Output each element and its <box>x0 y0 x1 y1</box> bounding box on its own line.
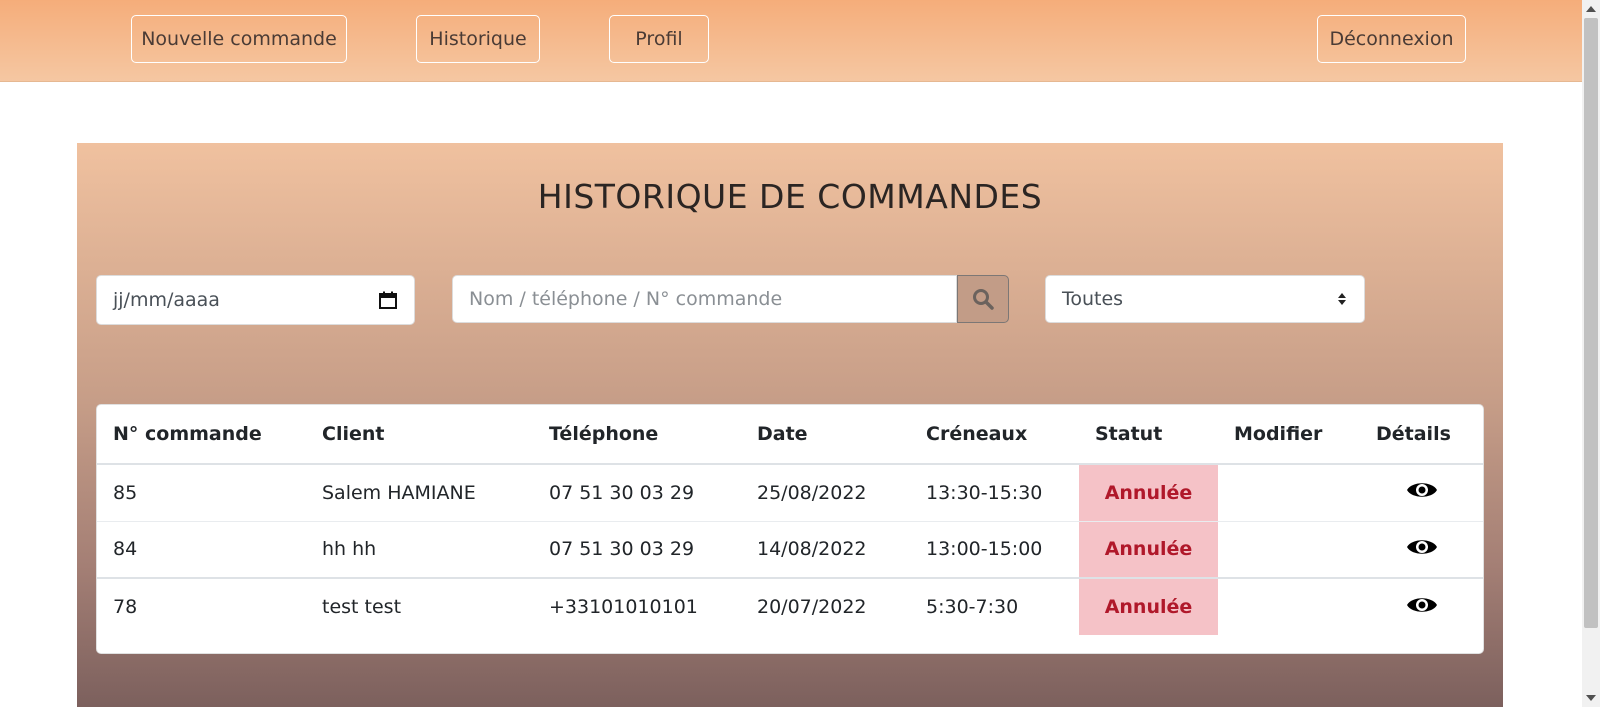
modify-cell <box>1218 520 1360 578</box>
status-badge: Annulée <box>1079 463 1218 521</box>
page-title: HISTORIQUE DE COMMANDES <box>537 177 1043 216</box>
scroll-down-icon[interactable] <box>1586 695 1596 701</box>
col-slot: Créneaux <box>910 405 1079 465</box>
time-slot: 13:00-15:00 <box>910 520 1079 578</box>
scroll-up-icon[interactable] <box>1586 6 1596 12</box>
logout-button[interactable]: Déconnexion <box>1317 15 1466 63</box>
search-icon <box>973 289 994 310</box>
col-details: Détails <box>1360 405 1483 465</box>
history-button[interactable]: Historique <box>416 15 540 63</box>
col-date: Date <box>741 405 910 465</box>
table-row: 84 hh hh 07 51 30 03 29 14/08/2022 13:00… <box>97 520 1483 578</box>
col-order-number: N° commande <box>97 405 306 465</box>
orders-table: N° commande Client Téléphone Date Crénea… <box>97 405 1483 635</box>
order-date: 14/08/2022 <box>741 520 910 578</box>
calendar-icon[interactable] <box>378 290 398 310</box>
client-name: test test <box>306 577 533 635</box>
details-cell <box>1360 577 1483 635</box>
eye-icon[interactable] <box>1406 478 1438 502</box>
search-group: Nom / téléphone / N° commande <box>452 275 1009 323</box>
table-row: 78 test test +33101010101 20/07/2022 5:3… <box>97 577 1483 635</box>
sort-arrows-icon <box>1338 293 1346 305</box>
col-phone: Téléphone <box>533 405 741 465</box>
new-order-button[interactable]: Nouvelle commande <box>131 15 347 63</box>
eye-icon[interactable] <box>1406 535 1438 559</box>
eye-icon[interactable] <box>1406 593 1438 617</box>
scrollbar-thumb[interactable] <box>1584 18 1598 628</box>
time-slot: 13:30-15:30 <box>910 463 1079 521</box>
history-panel: HISTORIQUE DE COMMANDES jj/mm/aaaa Nom /… <box>77 143 1503 707</box>
status-filter-value: Toutes <box>1062 288 1124 310</box>
phone-number: +33101010101 <box>533 577 741 635</box>
page-scrollbar[interactable] <box>1582 0 1600 707</box>
time-slot: 5:30-7:30 <box>910 577 1079 635</box>
profile-button[interactable]: Profil <box>609 15 709 63</box>
details-cell <box>1360 520 1483 578</box>
status-badge: Annulée <box>1079 577 1218 635</box>
details-cell <box>1360 463 1483 521</box>
phone-number: 07 51 30 03 29 <box>533 463 741 521</box>
date-filter-input[interactable]: jj/mm/aaaa <box>96 275 415 325</box>
modify-cell <box>1218 463 1360 521</box>
top-navbar: Nouvelle commande Historique Profil Déco… <box>0 0 1582 82</box>
client-name: hh hh <box>306 520 533 578</box>
phone-number: 07 51 30 03 29 <box>533 520 741 578</box>
orders-table-card: N° commande Client Téléphone Date Crénea… <box>96 404 1484 654</box>
search-input[interactable]: Nom / téléphone / N° commande <box>452 275 957 323</box>
order-number: 78 <box>97 577 306 635</box>
client-name: Salem HAMIANE <box>306 463 533 521</box>
table-header-row: N° commande Client Téléphone Date Crénea… <box>97 405 1483 465</box>
status-filter-select[interactable]: Toutes <box>1045 275 1365 323</box>
order-number: 85 <box>97 463 306 521</box>
search-button[interactable] <box>957 275 1009 323</box>
modify-cell <box>1218 577 1360 635</box>
order-date: 25/08/2022 <box>741 463 910 521</box>
col-client: Client <box>306 405 533 465</box>
order-date: 20/07/2022 <box>741 577 910 635</box>
table-row: 85 Salem HAMIANE 07 51 30 03 29 25/08/20… <box>97 463 1483 521</box>
col-status: Statut <box>1079 405 1218 465</box>
date-filter-placeholder: jj/mm/aaaa <box>113 289 220 311</box>
search-placeholder: Nom / téléphone / N° commande <box>469 288 783 310</box>
status-badge: Annulée <box>1079 520 1218 578</box>
order-number: 84 <box>97 520 306 578</box>
col-modify: Modifier <box>1218 405 1360 465</box>
